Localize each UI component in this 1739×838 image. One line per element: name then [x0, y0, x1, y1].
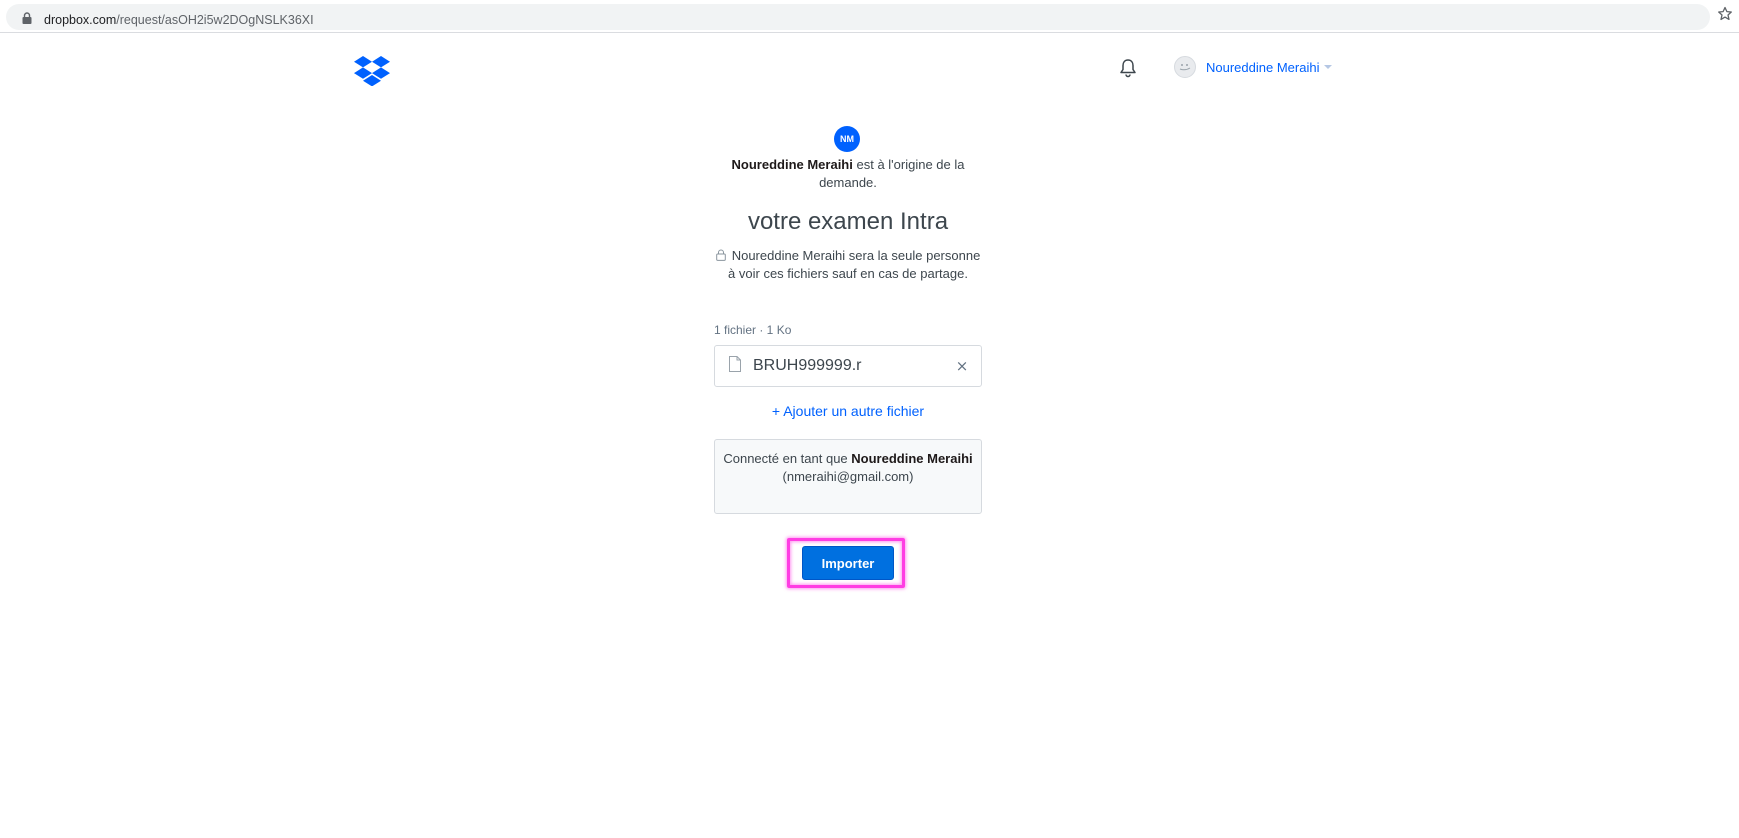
url-text: dropbox.com/request/asOH2i5w2DOgNSLK36XI: [44, 13, 314, 27]
browser-address-bar: dropbox.com/request/asOH2i5w2DOgNSLK36XI: [0, 0, 1739, 33]
url-field[interactable]: dropbox.com/request/asOH2i5w2DOgNSLK36XI: [6, 4, 1710, 30]
import-button[interactable]: Importer: [802, 546, 894, 580]
lock-icon: [22, 12, 32, 24]
file-icon: [729, 356, 741, 372]
chevron-down-icon: [1324, 65, 1333, 69]
url-path: /request/asOH2i5w2DOgNSLK36XI: [116, 13, 314, 27]
bookmark-star-icon[interactable]: [1717, 6, 1733, 22]
notification-bell-icon[interactable]: [1117, 57, 1139, 79]
account-menu[interactable]: Noureddine Meraihi: [1174, 56, 1333, 78]
privacy-text: Noureddine Meraihi sera la seule personn…: [728, 248, 981, 281]
url-domain: dropbox.com: [44, 13, 117, 27]
add-file-link[interactable]: + Ajouter un autre fichier: [714, 403, 982, 419]
privacy-notice: Noureddine Meraihi sera la seule personn…: [714, 247, 982, 283]
requester-avatar: NM: [834, 126, 860, 152]
signed-in-info: Connecté en tant que Noureddine Meraihi …: [714, 439, 982, 514]
requester-line: Noureddine Meraihi est à l'origine de la…: [714, 156, 982, 192]
account-name: Noureddine Meraihi: [1206, 59, 1320, 75]
file-name: BRUH999999.r: [753, 357, 862, 374]
avatar-face-icon: [1179, 64, 1191, 71]
avatar: [1174, 56, 1196, 78]
request-title: votre examen Intra: [747, 208, 949, 235]
file-row: BRUH999999.r ×: [714, 345, 982, 387]
remove-file-icon[interactable]: ×: [955, 357, 969, 375]
dropbox-logo-icon[interactable]: [354, 56, 390, 86]
signed-in-prefix: Connecté en tant que: [723, 451, 852, 466]
file-count: 1 fichier · 1 Ko: [714, 323, 792, 337]
signed-in-email: (nmeraihi@gmail.com): [782, 469, 914, 484]
lock-icon: [715, 249, 726, 261]
requester-name: Noureddine Meraihi: [731, 157, 853, 172]
signed-in-name: Noureddine Meraihi: [851, 451, 973, 466]
